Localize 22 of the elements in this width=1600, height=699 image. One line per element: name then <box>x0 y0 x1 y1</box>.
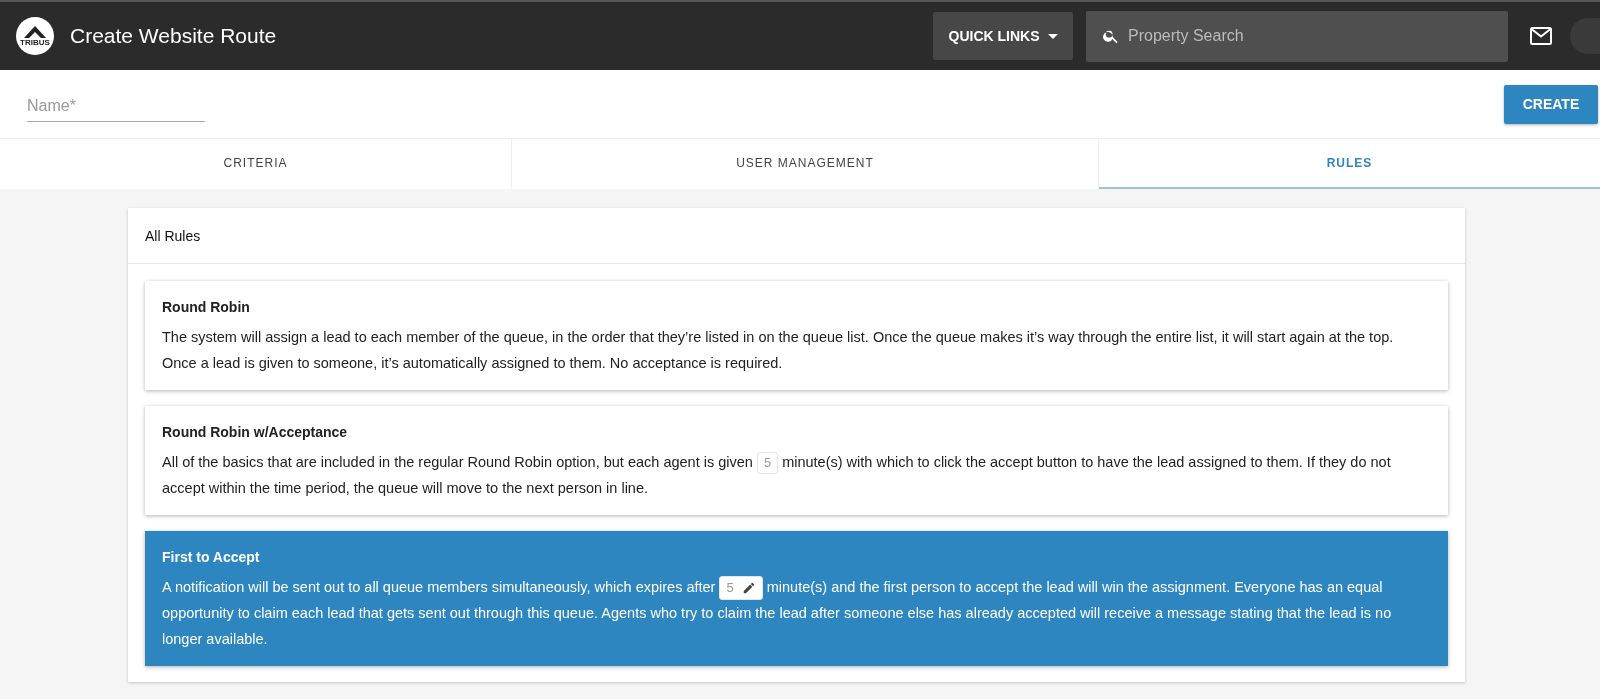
rule-card[interactable] <box>145 406 1448 515</box>
tab[interactable]: RULES <box>1099 139 1600 189</box>
tab[interactable]: USER MANAGEMENT <box>512 139 1099 189</box>
tab[interactable]: CRITERIA <box>0 139 512 189</box>
rule-title: Round Robin <box>162 299 251 315</box>
create-button[interactable]: CREATE <box>1504 84 1598 124</box>
mail-icon[interactable] <box>1530 27 1552 45</box>
pencil-icon <box>741 581 756 596</box>
rule-description: The system will assign a lead to each member of the queue, in the order that they’re listed in on the queue list. Once the queue makes it’s way through the entire list, it will start again at the top. Once a lead is given to someone, it’s automatically assigned to them. No acceptance is required. <box>162 328 1395 373</box>
rule-title: First to Accept <box>162 549 261 565</box>
rule-title: Round Robin w/Acceptance <box>162 424 349 440</box>
logo-icon: TRIBUS <box>16 17 54 55</box>
quick-links-button[interactable]: QUICK LINKS <box>933 12 1073 60</box>
rule-description: A notification will be sent out to all queue members simultaneously, which expires after 5 minute(s) and the first person to accept the lead will win the assignment. Everyone has an equal opportunity to claim each lead that gets sent out through this queue. Agents who try to claim the lead after someone else has already accepted will receive a message stating that the lead is no longer available. <box>162 574 1431 653</box>
caret-icon <box>1047 33 1058 39</box>
rule-card[interactable] <box>145 281 1448 390</box>
rule-description: All of the basics that are included in the regular Round Robin option, but each agent is given 5 minute(s) with which to click the accept button to have the lead assigned to them. If they do not accept within the time period, the queue will move to the next person in line. <box>162 451 1392 498</box>
minutes-field[interactable]: 5 <box>719 576 763 601</box>
search-field[interactable]: Property Search <box>1086 10 1508 62</box>
page-title: Create Website Route <box>70 24 277 48</box>
panel-title: All Rules <box>145 227 201 244</box>
minutes-field[interactable]: 5 <box>756 452 779 475</box>
